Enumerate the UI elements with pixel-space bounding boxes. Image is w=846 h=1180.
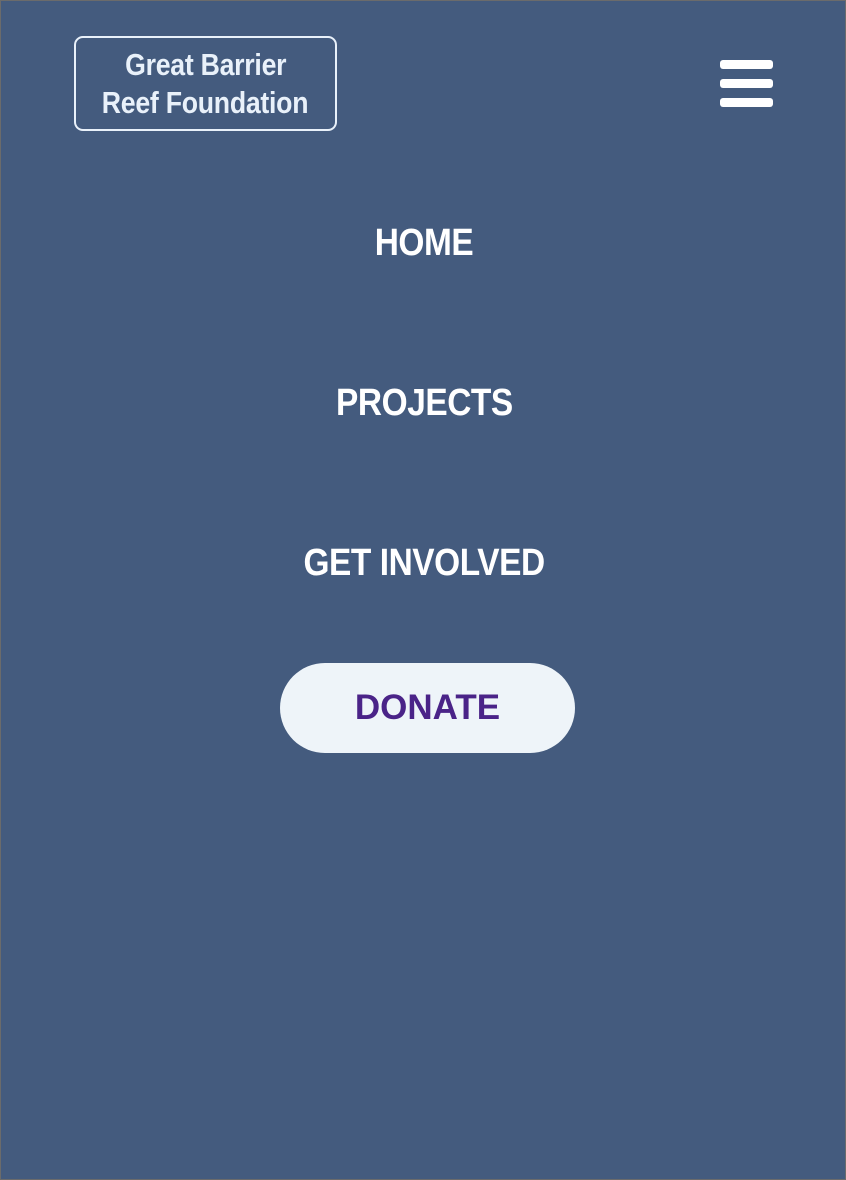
- logo[interactable]: Great Barrier Reef Foundation: [74, 36, 337, 131]
- mobile-nav-menu: Great Barrier Reef Foundation HOME PROJE…: [0, 0, 846, 1180]
- menu-bar-top: [720, 60, 773, 69]
- nav-link-home-label: HOME: [374, 222, 474, 264]
- menu-bar-bottom: [720, 98, 773, 107]
- logo-text-line-2: Reef Foundation: [102, 84, 309, 120]
- hamburger-menu-icon[interactable]: [720, 60, 773, 108]
- menu-bar-middle: [720, 79, 773, 88]
- nav-link-projects-label: PROJECTS: [335, 382, 513, 424]
- nav-link-projects[interactable]: PROJECTS: [1, 380, 846, 426]
- donate-button[interactable]: DONATE: [280, 663, 575, 753]
- logo-text-line-1: Great Barrier: [124, 46, 287, 82]
- nav-link-get-involved[interactable]: GET INVOLVED: [1, 540, 846, 586]
- nav-link-home[interactable]: HOME: [1, 220, 846, 266]
- nav-link-get-involved-label: GET INVOLVED: [303, 542, 545, 584]
